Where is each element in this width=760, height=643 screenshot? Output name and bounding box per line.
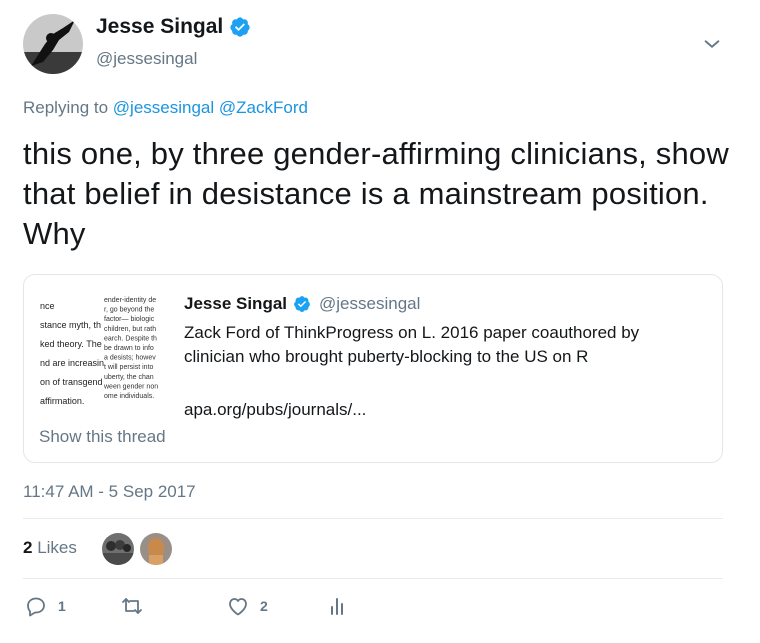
thumbnail-text-line: ween gender non xyxy=(103,383,158,390)
analytics-icon xyxy=(331,598,343,615)
thumbnail-text-line: uberty, the chan xyxy=(104,374,154,381)
thumbnail-text-line: earch. Despite th xyxy=(104,335,157,342)
thumbnail-text-line: affirmation. xyxy=(40,396,84,406)
likers-avatars xyxy=(102,533,172,565)
reply-count: 1 xyxy=(58,598,66,614)
quoted-tweet-link[interactable]: apa.org/pubs/journals/... xyxy=(184,400,366,420)
reply-icon xyxy=(27,597,45,617)
chevron-down-icon[interactable] xyxy=(701,33,723,55)
tweet-text: this one, by three gender-affirming clin… xyxy=(23,136,729,251)
quoted-tweet-text: Zack Ford of ThinkProgress on L. 2016 pa… xyxy=(184,323,640,366)
heart-icon xyxy=(229,598,247,616)
likes-number: 2 xyxy=(23,538,33,557)
thumbnail-text-line: r, go beyond the xyxy=(104,307,154,314)
thumbnail-text-line: a desists; howev xyxy=(104,355,156,362)
author-name[interactable]: Jesse Singal xyxy=(96,15,223,39)
retweet-button[interactable] xyxy=(120,594,154,618)
liker-avatar[interactable] xyxy=(140,533,172,565)
thumbnail-text-line: ome individuals. xyxy=(104,393,154,400)
liker-avatar[interactable] xyxy=(102,533,134,565)
likes-count[interactable]: 2 Likes xyxy=(23,538,77,558)
thumbnail-text-line: be drawn to info xyxy=(104,345,154,352)
likes-label: Likes xyxy=(37,538,77,557)
show-thread-link[interactable]: Show this thread xyxy=(39,427,166,447)
thumbnail-text-line: children, but rath xyxy=(104,326,156,333)
divider xyxy=(23,578,723,579)
quoted-author-handle: @jessesingal xyxy=(319,294,421,313)
like-count: 2 xyxy=(260,598,268,614)
quoted-author-name: Jesse Singal xyxy=(184,294,288,313)
thumbnail-text-line: ender-identity de xyxy=(104,297,156,304)
replying-to: Replying to @jessesingal @ZackFord xyxy=(23,98,308,118)
verified-badge-icon xyxy=(230,17,250,37)
thumbnail-text-line: factor— biologic xyxy=(104,316,155,323)
author-avatar[interactable] xyxy=(23,14,83,74)
mention-link[interactable]: @jessesingal xyxy=(113,98,214,117)
thumbnail-text-line: nce xyxy=(40,301,55,311)
author-handle[interactable]: @jessesingal xyxy=(96,49,197,69)
quoted-tweet-card[interactable]: nce stance myth, th ked theory. The nd are … xyxy=(23,274,723,463)
mention-link[interactable]: @ZackFord xyxy=(219,98,308,117)
thumbnail-text-line: ked theory. The xyxy=(40,339,102,349)
thumbnail-text-line: stance myth, th xyxy=(40,320,101,330)
tweet-timestamp[interactable]: 11:47 AM - 5 Sep 2017 xyxy=(23,482,196,502)
thumbnail-text-line: t will persist into xyxy=(104,364,154,371)
like-button[interactable]: 2 xyxy=(226,594,268,618)
quoted-tweet-thumbnail: nce stance myth, th ked theory. The nd are … xyxy=(38,293,188,408)
thumbnail-text-line: nd are increasin xyxy=(40,358,104,368)
analytics-button[interactable] xyxy=(326,594,350,618)
divider xyxy=(23,518,723,519)
thumbnail-text-line: on of transgend xyxy=(40,377,103,387)
replying-prefix: Replying to xyxy=(23,98,109,117)
reply-button[interactable]: 1 xyxy=(24,594,66,618)
retweet-icon xyxy=(122,598,142,614)
verified-badge-icon xyxy=(294,296,310,312)
